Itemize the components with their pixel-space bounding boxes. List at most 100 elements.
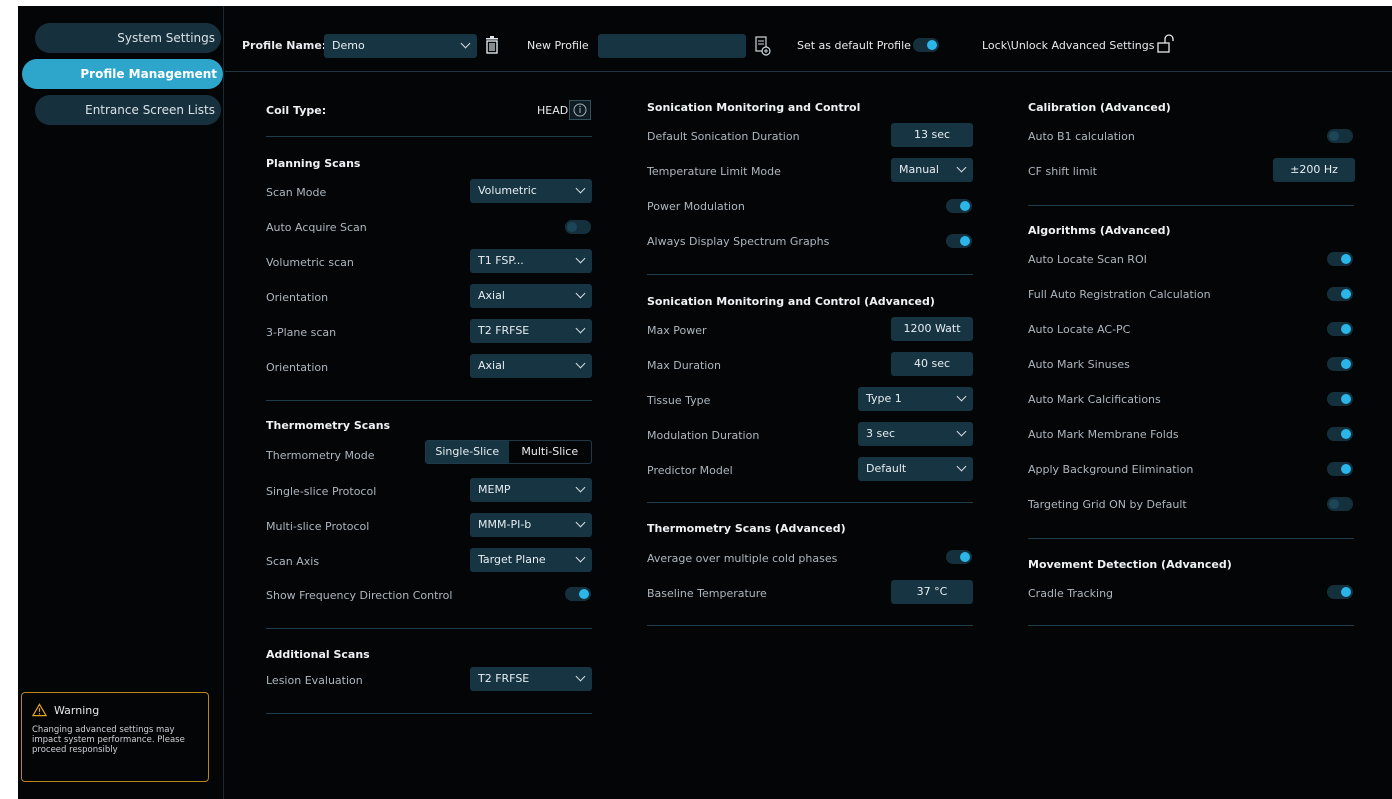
orientation-select[interactable]: Axial — [470, 354, 592, 378]
algorithm-toggle[interactable] — [1327, 392, 1353, 406]
thermometry-scans-title: Thermometry Scans — [266, 419, 391, 432]
divider — [647, 625, 973, 626]
algorithm-toggle[interactable] — [1327, 287, 1353, 301]
lesion-evaluation-select[interactable]: T2 FRFSE — [470, 667, 592, 691]
three-plane-scan-select[interactable]: T2 FRFSE — [470, 319, 592, 343]
predictor-model-select[interactable]: Default — [858, 457, 973, 481]
default-duration-input[interactable]: 13 sec — [891, 123, 973, 147]
info-icon[interactable] — [569, 100, 591, 120]
save-profile-icon[interactable] — [754, 36, 772, 56]
power-modulation-toggle[interactable] — [946, 199, 972, 213]
orientation-value: Axial — [478, 359, 505, 372]
scan-axis-value: Target Plane — [478, 553, 546, 566]
algorithm-label: Auto Mark Membrane Folds — [1028, 428, 1179, 441]
baseline-temperature-label: Baseline Temperature — [647, 587, 767, 600]
algorithms-title: Algorithms (Advanced) — [1028, 224, 1171, 237]
thermometry-advanced-title: Thermometry Scans (Advanced) — [647, 522, 846, 535]
auto-acquire-label: Auto Acquire Scan — [266, 221, 367, 234]
additional-scans-title: Additional Scans — [266, 648, 370, 661]
profile-header: Profile Name: Demo New Profile Set as de… — [225, 6, 1392, 72]
lesion-evaluation-value: T2 FRFSE — [478, 672, 530, 685]
average-cold-phases-toggle[interactable] — [946, 550, 972, 564]
thermometry-mode-label: Thermometry Mode — [266, 449, 375, 462]
coil-type-value: HEAD — [537, 104, 569, 117]
cradle-tracking-toggle[interactable] — [1327, 585, 1353, 599]
single-slice-protocol-select[interactable]: MEMP — [470, 478, 592, 502]
algorithm-label: Auto Mark Calcifications — [1028, 393, 1161, 406]
default-profile-toggle[interactable] — [913, 38, 939, 52]
cf-shift-limit-label: CF shift limit — [1028, 165, 1097, 178]
coil-type-label: Coil Type: — [266, 104, 327, 117]
scan-mode-label: Scan Mode — [266, 186, 327, 199]
temperature-limit-mode-select[interactable]: Manual — [891, 158, 973, 182]
spectrum-graphs-toggle[interactable] — [946, 234, 972, 248]
algorithm-toggle[interactable] — [1327, 322, 1353, 336]
baseline-temperature-input[interactable]: 37 °C — [891, 580, 973, 604]
orientation-select[interactable]: Axial — [470, 284, 592, 308]
tissue-type-value: Type 1 — [866, 392, 902, 405]
volumetric-scan-select[interactable]: T1 FSP... — [470, 249, 592, 273]
multi-slice-protocol-select[interactable]: MMM-PI-b — [470, 513, 592, 537]
sonication-title: Sonication Monitoring and Control — [647, 101, 861, 114]
chevron-down-icon — [956, 461, 967, 472]
warning-text: Changing advanced settings may impact sy… — [32, 725, 185, 755]
lesion-evaluation-label: Lesion Evaluation — [266, 674, 363, 687]
trash-icon[interactable] — [485, 36, 499, 54]
sidebar-item-profile-management[interactable]: Profile Management — [22, 59, 223, 89]
predictor-model-value: Default — [866, 462, 907, 475]
max-power-input[interactable]: 1200 Watt — [891, 317, 973, 341]
max-duration-input[interactable]: 40 sec — [891, 352, 973, 376]
algorithm-toggle[interactable] — [1327, 252, 1353, 266]
orientation-label: Orientation — [266, 361, 329, 374]
single-slice-protocol-label: Single-slice Protocol — [266, 485, 377, 498]
algorithm-toggle[interactable] — [1327, 462, 1353, 476]
divider — [1028, 538, 1354, 539]
single-slice-option[interactable]: Single-Slice — [426, 441, 509, 463]
algorithm-label: Targeting Grid ON by Default — [1028, 498, 1187, 511]
chevron-down-icon — [575, 552, 586, 563]
algorithm-toggle[interactable] — [1327, 357, 1353, 371]
chevron-down-icon — [575, 253, 586, 264]
default-profile-label: Set as default Profile — [797, 39, 911, 52]
auto-acquire-toggle[interactable] — [565, 220, 591, 234]
divider — [1028, 205, 1354, 206]
new-profile-input[interactable] — [598, 34, 746, 58]
orientation-label: Orientation — [266, 291, 329, 304]
app-window: System Settings Profile Management Entra… — [18, 6, 1392, 799]
scan-axis-label: Scan Axis — [266, 555, 320, 568]
divider — [266, 713, 592, 714]
multi-slice-option[interactable]: Multi-Slice — [509, 441, 592, 463]
modulation-duration-label: Modulation Duration — [647, 429, 760, 442]
chevron-down-icon — [956, 162, 967, 173]
tissue-type-select[interactable]: Type 1 — [858, 387, 973, 411]
cf-shift-limit-input[interactable]: ±200 Hz — [1273, 158, 1355, 182]
max-duration-label: Max Duration — [647, 359, 722, 372]
chevron-down-icon — [460, 38, 471, 49]
profile-name-label: Profile Name: — [242, 39, 327, 52]
warning-title: Warning — [54, 703, 100, 717]
algorithm-label: Auto Locate AC-PC — [1028, 323, 1131, 336]
unlock-icon[interactable] — [1157, 34, 1175, 54]
thermometry-mode-segmented: Single-Slice Multi-Slice — [425, 440, 592, 464]
modulation-duration-value: 3 sec — [866, 427, 896, 440]
divider — [647, 274, 973, 275]
algorithm-toggle[interactable] — [1327, 497, 1353, 511]
max-power-label: Max Power — [647, 324, 707, 337]
sidebar-item-system-settings[interactable]: System Settings — [35, 23, 221, 53]
algorithm-toggle[interactable] — [1327, 427, 1353, 441]
divider — [1028, 625, 1354, 626]
divider — [266, 628, 592, 629]
chevron-down-icon — [575, 482, 586, 493]
frequency-direction-label: Show Frequency Direction Control — [266, 589, 453, 602]
scan-axis-select[interactable]: Target Plane — [470, 548, 592, 572]
divider — [266, 400, 592, 401]
profile-name-select[interactable]: Demo — [324, 34, 477, 58]
frequency-direction-toggle[interactable] — [565, 587, 591, 601]
auto-b1-toggle[interactable] — [1327, 129, 1353, 143]
sidebar-item-entrance-screen-lists[interactable]: Entrance Screen Lists — [35, 95, 221, 125]
predictor-model-label: Predictor Model — [647, 464, 733, 477]
scan-mode-select[interactable]: Volumetric — [470, 179, 592, 203]
algorithm-label: Auto Locate Scan ROI — [1028, 253, 1147, 266]
temperature-limit-mode-label: Temperature Limit Mode — [647, 165, 781, 178]
modulation-duration-select[interactable]: 3 sec — [858, 422, 973, 446]
